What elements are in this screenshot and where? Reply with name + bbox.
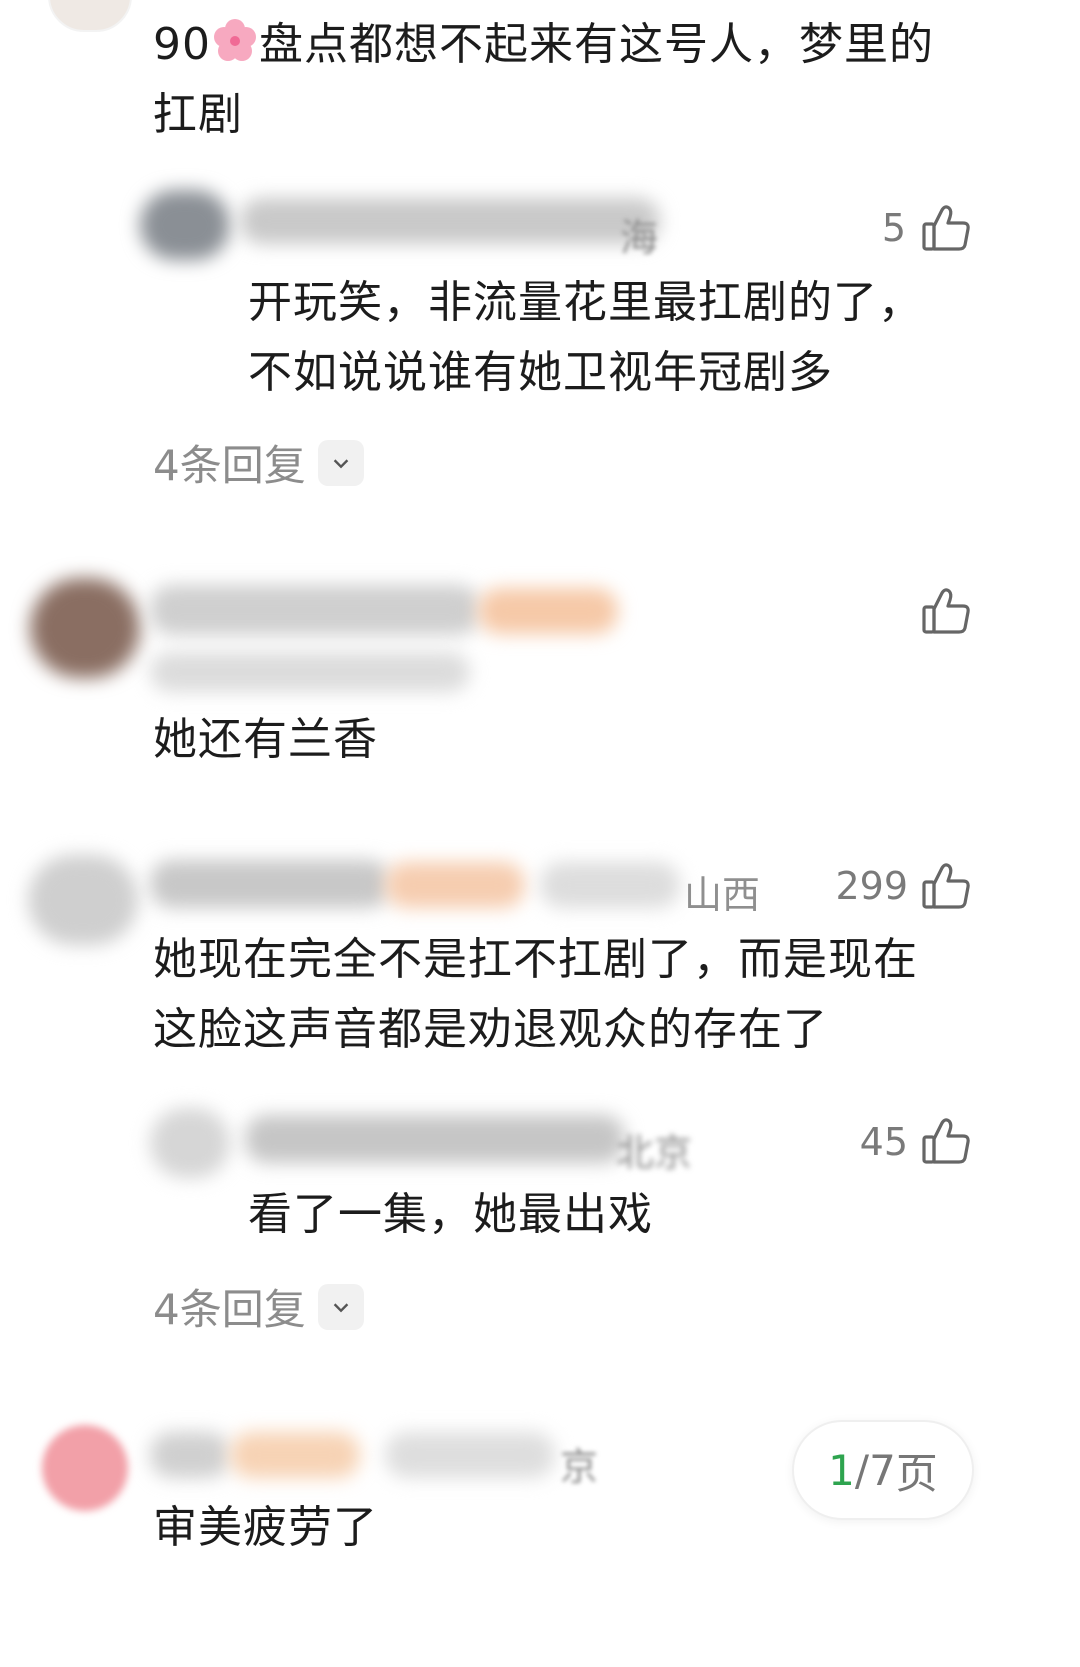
more-replies-button[interactable]: 4条回复 [153, 1276, 364, 1337]
more-replies-label: 4条回复 [153, 1285, 306, 1334]
comment-meta [150, 652, 470, 692]
page-separator: / [854, 1445, 870, 1495]
reply-text: 看了一集，她最出戏 [248, 1189, 653, 1240]
comment-location: 京 [560, 1445, 599, 1489]
reply-location: 北京 [616, 1131, 693, 1175]
thumbs-up-icon[interactable] [920, 860, 972, 912]
reply-location: 海 [620, 216, 659, 260]
more-replies-button[interactable]: 4条回复 [153, 432, 364, 493]
page-indicator-button[interactable]: 1/7 页 [792, 1420, 974, 1520]
total-pages: 7 [869, 1445, 896, 1495]
thumbs-up-icon[interactable] [920, 585, 972, 637]
page-suffix: 页 [895, 1448, 938, 1498]
user-badge [478, 588, 618, 634]
like-count: 5 [881, 206, 906, 250]
reply-text: 开玩笑，非流量花里最扛剧的了，不如说说谁有她卫视年冠剧多 [248, 277, 923, 398]
reply-avatar[interactable] [150, 1108, 230, 1178]
avatar[interactable] [30, 578, 140, 678]
chevron-down-icon [317, 1283, 364, 1330]
username[interactable] [150, 1432, 230, 1478]
user-badge [230, 1432, 360, 1478]
more-replies-label: 4条回复 [153, 441, 306, 490]
user-badge [385, 862, 525, 908]
avatar[interactable] [42, 1425, 128, 1511]
comment-text: 她现在完全不是扛不扛剧了，而是现在这脸这声音都是劝退观众的存在了 [153, 934, 918, 1055]
cherry-blossom-icon [211, 16, 259, 64]
current-page: 1 [828, 1445, 855, 1495]
comment-text: 审美疲劳了 [153, 1502, 378, 1553]
comment-text: 90 盘点都想不起来有这号人，梦里的扛剧 [153, 10, 973, 150]
thumbs-up-icon[interactable] [920, 1115, 972, 1167]
like-count: 299 [835, 864, 908, 908]
reply-username[interactable] [240, 198, 660, 244]
comment-meta [385, 1432, 555, 1478]
chevron-down-icon [317, 439, 364, 486]
reply-username[interactable] [245, 1115, 625, 1163]
username[interactable] [150, 860, 390, 908]
comment-location: 山西 [684, 873, 761, 917]
avatar[interactable] [48, 0, 132, 32]
username[interactable] [150, 585, 480, 635]
comment-meta [540, 862, 680, 908]
reply-avatar[interactable] [140, 190, 230, 260]
comment-text: 她还有兰香 [153, 714, 378, 765]
like-count: 45 [859, 1120, 908, 1164]
avatar[interactable] [28, 855, 138, 945]
thumbs-up-icon[interactable] [920, 202, 972, 254]
